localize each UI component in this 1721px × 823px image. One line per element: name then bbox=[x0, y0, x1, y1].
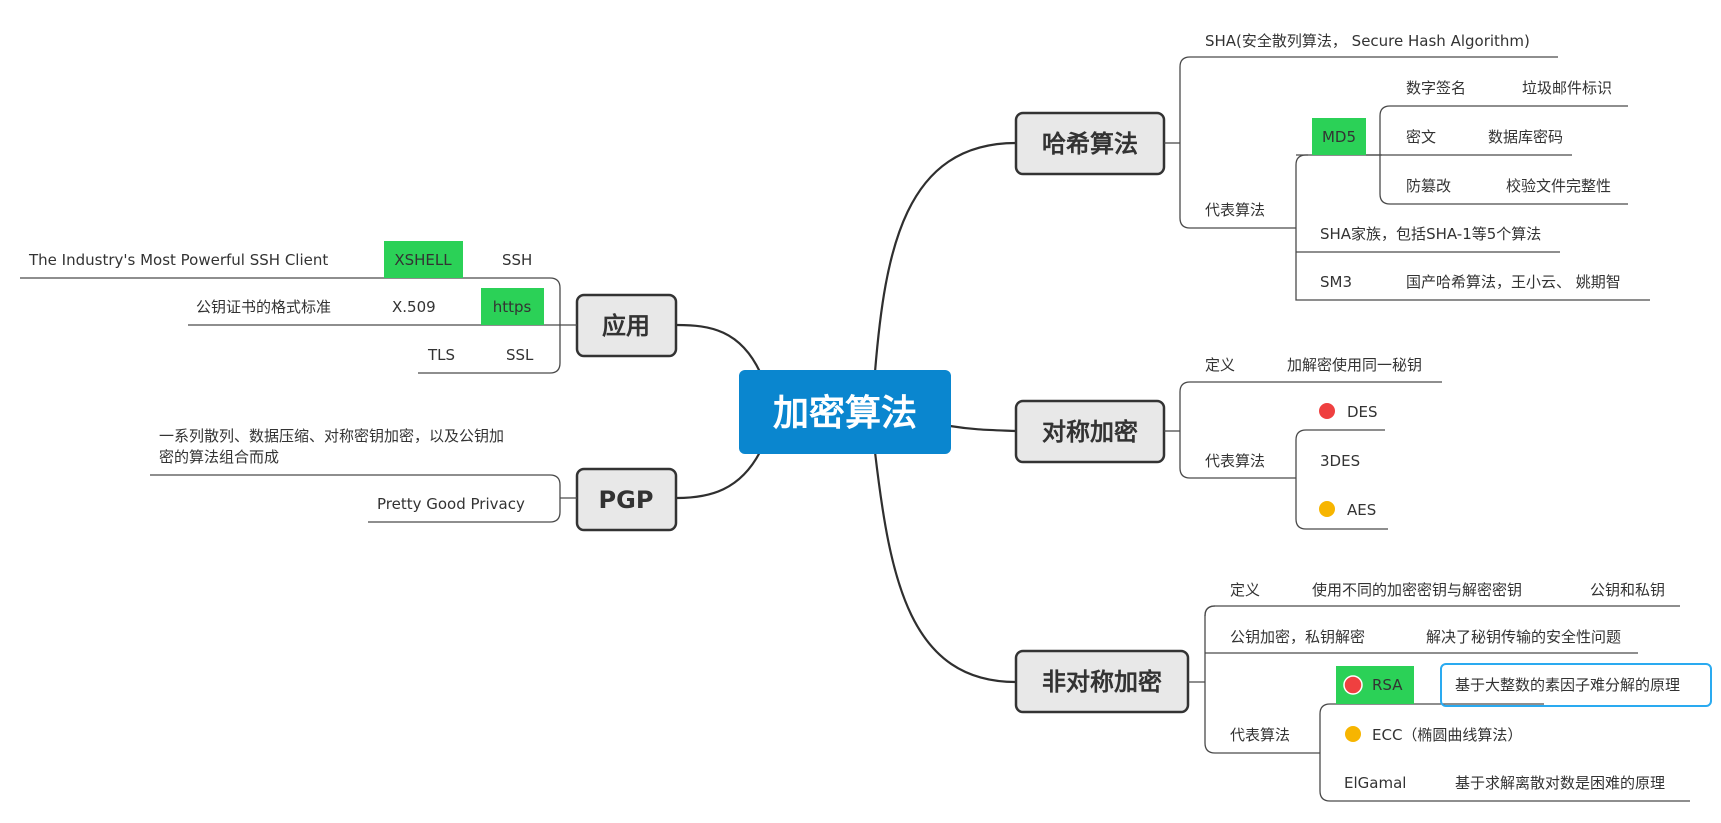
asym-rsa-desc: 基于大整数的素因子难分解的原理 bbox=[1455, 676, 1680, 694]
topic-symmetric-title: 对称加密 bbox=[1042, 418, 1138, 446]
asym-def-label: 定义 bbox=[1230, 581, 1260, 599]
branch-asymmetric: 非对称加密 定义 使用不同的加密密钥与解密密钥 公钥和私钥 公钥加密，私钥解密 … bbox=[1014, 581, 1712, 802]
pgp-desc-line2: 密的算法组合而成 bbox=[159, 448, 279, 466]
des-priority-red-icon bbox=[1319, 403, 1335, 419]
topic-apps-title: 应用 bbox=[602, 312, 650, 340]
sym-algo-1: 3DES bbox=[1320, 452, 1360, 470]
md5-child-2-b: 校验文件完整性 bbox=[1506, 177, 1611, 195]
topic-pgp-title: PGP bbox=[599, 486, 654, 514]
sym-def-value: 加解密使用同一秘钥 bbox=[1287, 356, 1422, 374]
asym-pub-value: 解决了秘钥传输的安全性问题 bbox=[1426, 628, 1621, 646]
hash-sm3-desc: 国产哈希算法，王小云、 姚期智 bbox=[1406, 273, 1621, 291]
ecc-priority-orange-icon bbox=[1345, 726, 1361, 742]
hash-sha-label: SHA(安全散列算法， Secure Hash Algorithm) bbox=[1205, 32, 1530, 50]
asym-elgamal-desc: 基于求解离散对数是困难的原理 bbox=[1455, 774, 1665, 792]
asym-ecc: ECC（椭圆曲线算法） bbox=[1372, 726, 1522, 744]
connector-pgp bbox=[676, 451, 761, 500]
connector-apps bbox=[676, 323, 761, 373]
root-topic[interactable]: 加密算法 bbox=[739, 370, 951, 454]
sym-rep-label: 代表算法 bbox=[1205, 452, 1265, 470]
md5-child-0-a: 数字签名 bbox=[1406, 79, 1466, 97]
asym-rep-label: 代表算法 bbox=[1230, 726, 1290, 744]
apps-ssl: SSL bbox=[506, 346, 534, 364]
md5-child-0-b: 垃圾邮件标识 bbox=[1522, 79, 1612, 97]
asym-def-extra: 公钥和私钥 bbox=[1590, 581, 1665, 599]
apps-xshell-desc: The Industry's Most Powerful SSH Client bbox=[28, 251, 328, 269]
branch-symmetric: 对称加密 定义 加解密使用同一秘钥 代表算法 DES 3DES AES bbox=[1014, 356, 1442, 530]
hash-rep-label: 代表算法 bbox=[1205, 201, 1265, 219]
md5-child-1-b: 数据库密码 bbox=[1488, 128, 1563, 146]
asym-pub-bracket bbox=[1204, 605, 1216, 617]
hash-sha-family: SHA家族，包括SHA-1等5个算法 bbox=[1320, 225, 1541, 243]
rsa-priority-red-icon bbox=[1343, 675, 1363, 695]
aes-priority-orange-icon bbox=[1319, 501, 1335, 517]
connector-asymmetric bbox=[873, 451, 1017, 684]
pgp-desc-line1: 一系列散列、数据压缩、对称密钥加密，以及公钥加 bbox=[159, 427, 504, 445]
root-title: 加密算法 bbox=[773, 392, 917, 434]
md5-child-1-a: 密文 bbox=[1406, 128, 1436, 146]
sym-def-label: 定义 bbox=[1205, 356, 1235, 374]
connector-hash bbox=[873, 141, 1017, 373]
asym-rsa: RSA bbox=[1372, 676, 1403, 694]
mind-map-canvas: 加密算法 哈希算法 SHA(安全散列算法， Secure Hash Algori… bbox=[20, 32, 1712, 802]
md5-label: MD5 bbox=[1322, 128, 1356, 146]
apps-x509-desc: 公钥证书的格式标准 bbox=[196, 298, 331, 316]
sym-algo-2: AES bbox=[1347, 501, 1376, 519]
apps-https: https bbox=[493, 298, 532, 316]
apps-xshell: XSHELL bbox=[394, 251, 452, 269]
pgp-fullname: Pretty Good Privacy bbox=[377, 495, 525, 513]
md5-child-2-a: 防篡改 bbox=[1406, 177, 1451, 195]
branch-hash: 哈希算法 SHA(安全散列算法， Secure Hash Algorithm) … bbox=[1014, 32, 1650, 301]
asym-def-value: 使用不同的加密密钥与解密密钥 bbox=[1312, 581, 1522, 599]
branch-apps: 应用 SSH XSHELL The Industry's Most Powerf… bbox=[20, 241, 678, 374]
sym-algo-0: DES bbox=[1347, 403, 1378, 421]
apps-ssh: SSH bbox=[502, 251, 532, 269]
hash-sm3: SM3 bbox=[1320, 273, 1352, 291]
asym-elgamal: ElGamal bbox=[1344, 774, 1406, 792]
apps-tls: TLS bbox=[427, 346, 455, 364]
topic-hash-title: 哈希算法 bbox=[1042, 130, 1138, 158]
connector-symmetric bbox=[949, 424, 1017, 433]
topic-asymmetric-title: 非对称加密 bbox=[1042, 668, 1162, 696]
asym-pub-label: 公钥加密，私钥解密 bbox=[1230, 628, 1365, 646]
branch-pgp: PGP 一系列散列、数据压缩、对称密钥加密，以及公钥加 密的算法组合而成 Pre… bbox=[150, 427, 678, 532]
apps-x509: X.509 bbox=[392, 298, 436, 316]
